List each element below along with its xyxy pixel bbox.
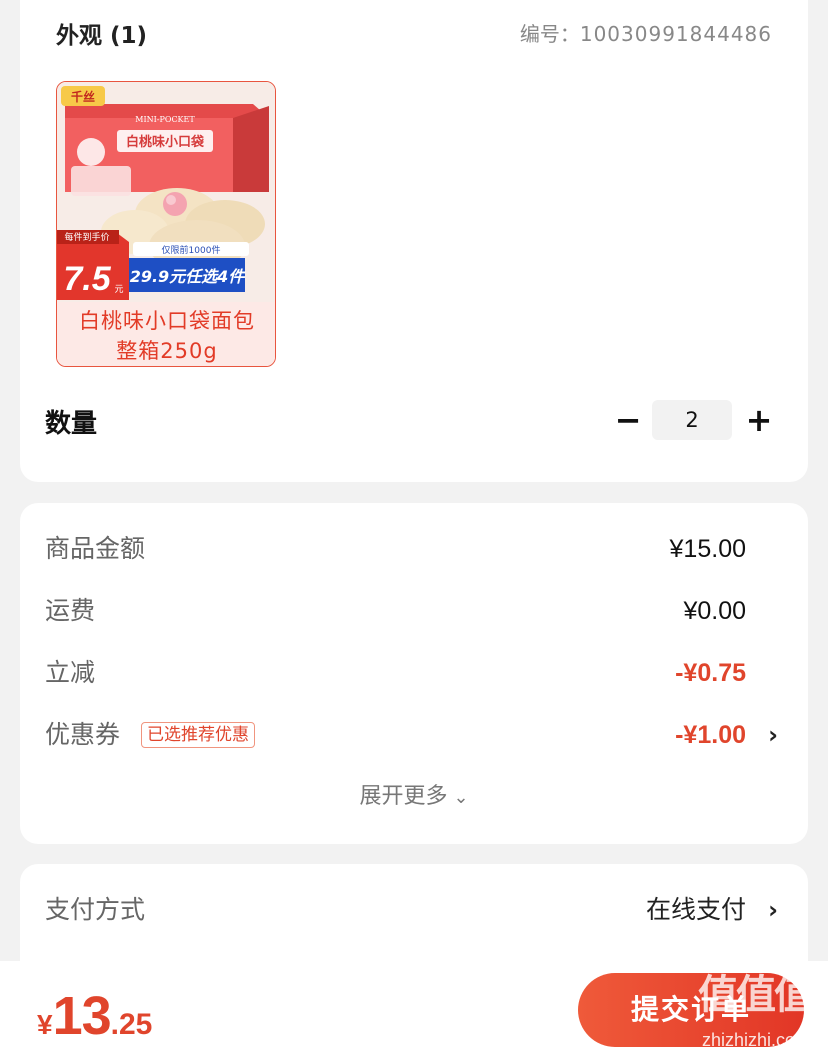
price-row-discount: 立减 -¥0.75 [20,653,808,693]
brand-logo-text: 千丝 [71,89,95,104]
variant-name-line2: 整箱250g [116,339,218,363]
box-title: 白桃味小口袋 [126,134,205,150]
coupon-value: -¥1.00 [675,721,746,749]
variant-name-line1: 白桃味小口袋面包 [79,309,255,333]
chevron-right-icon[interactable]: › [768,890,778,930]
quantity-label: 数量 [45,409,98,439]
price-tag-caption: 每件到手价 [64,231,109,243]
promo-text: 29.9元任选4件 [130,267,247,286]
checkout-bar: ¥13.25 提交订单 [0,961,828,1060]
price-row-coupon[interactable]: 优惠券 已选推荐优惠 -¥1.00 › [20,715,808,755]
spec-heading: 外观 (1) [56,23,148,49]
price-row-shipping: 运费 ¥0.00 [20,591,808,631]
price-tag-unit: 元 [114,285,123,295]
shipping-label: 运费 [45,596,96,625]
sku-value: 10030991844486 [579,22,772,46]
discount-value: -¥0.75 [675,659,746,687]
coupon-recommended-badge: 已选推荐优惠 [141,722,255,748]
sku-label: 编号： [519,22,580,46]
quantity-decrease-button[interactable]: − [613,400,643,444]
price-tag-value: 7.5 [63,260,111,298]
expand-more-button[interactable]: 展开更多 ⌄ [20,778,808,810]
payment-method-value: 在线支付 [645,896,746,924]
chevron-right-icon[interactable]: › [768,715,778,755]
quantity-increase-button[interactable]: + [744,400,774,444]
coupon-label: 优惠券 [45,720,121,749]
shipping-value: ¥0.00 [683,597,746,625]
product-spec-card: 外观 (1) 编号：10030991844486 MINI-POCKET 白桃味… [20,0,808,482]
expand-more-label: 展开更多 [359,784,448,809]
order-total: ¥13.25 [37,985,152,1047]
total-currency: ¥ [37,1009,53,1040]
price-breakdown-card: 商品金额 ¥15.00 运费 ¥0.00 立减 -¥0.75 优惠券 已选推荐优… [20,503,808,844]
discount-label: 立减 [45,658,96,687]
quantity-input[interactable]: 2 [652,400,732,440]
chevron-down-icon: ⌄ [453,787,469,808]
product-variant-label: 白桃味小口袋面包 整箱250g [57,302,275,366]
price-row-subtotal: 商品金额 ¥15.00 [20,529,808,569]
total-integer: 13 [52,986,112,1046]
promo-caption: 仅限前1000件 [162,244,221,256]
sku-line: 编号：10030991844486 [520,18,772,47]
payment-method-row[interactable]: 支付方式 在线支付 › [20,890,808,930]
subtotal-label: 商品金额 [45,534,146,563]
subtotal-value: ¥15.00 [669,535,746,563]
product-variant-tile[interactable]: MINI-POCKET 白桃味小口袋 千丝 每件到手价 7.5 元 仅限前100… [56,81,276,367]
total-decimal: .25 [110,1008,153,1041]
box-subtitle: MINI-POCKET [135,115,195,124]
submit-order-button[interactable]: 提交订单 [578,973,804,1047]
payment-method-label: 支付方式 [45,895,146,924]
product-image: MINI-POCKET 白桃味小口袋 千丝 每件到手价 7.5 元 仅限前100… [57,82,275,302]
